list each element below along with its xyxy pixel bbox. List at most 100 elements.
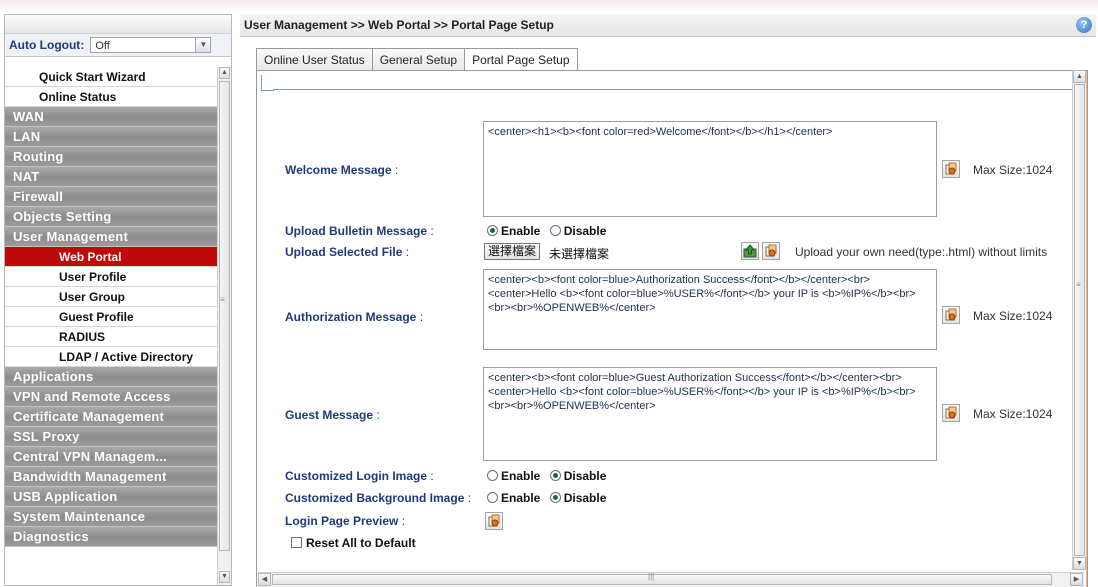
preview-icon[interactable] [485, 512, 503, 530]
sidebar-item-objects-setting[interactable]: Objects Setting [5, 207, 217, 227]
bulletin-disable-radio[interactable] [549, 225, 561, 236]
bg-image-enable-radio[interactable] [487, 492, 498, 503]
sidebar-item-wan[interactable]: WAN [5, 107, 217, 127]
preview-label-text: Login Page Preview [285, 514, 399, 528]
login-image-enable-radio[interactable] [487, 470, 498, 481]
sidebar-item-online-status[interactable]: Online Status [5, 87, 217, 107]
scroll-left-icon[interactable]: ◀ [258, 573, 271, 586]
guest-message-label: Guest Message : [285, 408, 380, 422]
edit-icon[interactable] [942, 306, 960, 324]
sidebar-item-user-profile[interactable]: User Profile [5, 267, 217, 287]
sidebar-item-ssl-proxy[interactable]: SSL Proxy [5, 427, 217, 447]
login-image-radio-group: Enable Disable [487, 469, 612, 483]
scroll-up-icon[interactable]: ▲ [219, 67, 230, 79]
top-band [0, 0, 1098, 12]
guest-max-size: Max Size:1024 [973, 407, 1053, 421]
sidebar-item-user-group[interactable]: User Group [5, 287, 217, 307]
panel-horizontal-scrollbar[interactable]: ◀ ||| ▶ [258, 572, 1084, 587]
auto-logout-select[interactable]: Off ▼ [90, 37, 212, 53]
sidebar-item-ldap-active-directory[interactable]: LDAP / Active Directory [5, 347, 217, 367]
tab-portal-page-setup[interactable]: Portal Page Setup [464, 48, 578, 71]
login-image-enable-option[interactable]: Enable [487, 469, 540, 483]
welcome-message-label: Welcome Message : [285, 163, 398, 177]
bulletin-disable-option[interactable]: Disable [549, 224, 607, 238]
sidebar-item-firewall[interactable]: Firewall [5, 187, 217, 207]
auth-max-size: Max Size:1024 [973, 309, 1053, 323]
bulletin-enable-radio[interactable] [487, 225, 498, 236]
reset-label: Reset All to Default [306, 536, 416, 550]
breadcrumb: User Management >> Web Portal >> Portal … [240, 14, 1096, 37]
edit-icon[interactable] [942, 160, 960, 178]
help-icon[interactable]: ? [1076, 17, 1092, 33]
bg-image-disable-text: Disable [563, 491, 607, 505]
reset-default-option[interactable]: Reset All to Default [291, 536, 416, 550]
sidebar-item-radius[interactable]: RADIUS [5, 327, 217, 347]
sidebar-item-usb-application[interactable]: USB Application [5, 487, 217, 507]
bulletin-disable-text: Disable [563, 224, 607, 238]
sidebar-item-lan[interactable]: LAN [5, 127, 217, 147]
panel-hscroll-thumb[interactable] [272, 574, 1052, 585]
tab-online-user-status[interactable]: Online User Status [256, 48, 373, 70]
bulletin-enable-text: Enable [501, 224, 541, 238]
upload-icon[interactable] [741, 242, 759, 260]
auth-colon: : [416, 310, 424, 324]
view-icon[interactable] [762, 242, 780, 260]
sidebar-item-web-portal[interactable]: Web Portal [5, 247, 217, 267]
bg-image-colon: : [464, 491, 472, 505]
preview-label: Login Page Preview : [285, 514, 405, 528]
reset-checkbox[interactable] [291, 537, 302, 548]
sidebar-scroll-thumb[interactable] [219, 81, 230, 551]
sidebar-item-routing[interactable]: Routing [5, 147, 217, 167]
panel-vertical-scrollbar[interactable]: ▲ ≡ ▼ [1072, 70, 1086, 570]
sidebar-item-nat[interactable]: NAT [5, 167, 217, 187]
sidebar-scrollbar[interactable]: ▲ ≡ ▼ [217, 67, 231, 585]
grip-icon: ||| [648, 572, 655, 581]
authorization-message-textarea[interactable]: <center><b><font color=blue>Authorizatio… [483, 269, 937, 350]
sidebar-item-certificate-management[interactable]: Certificate Management [5, 407, 217, 427]
sidebar-item-system-maintenance[interactable]: System Maintenance [5, 507, 217, 527]
login-image-disable-radio[interactable] [549, 470, 561, 481]
login-image-disable-option[interactable]: Disable [549, 469, 606, 483]
auto-logout-row: Auto Logout : Off ▼ [5, 34, 231, 57]
bg-image-disable-radio[interactable] [549, 492, 561, 503]
sidebar-header [5, 15, 231, 34]
guest-message-textarea[interactable]: <center><b><font color=blue>Guest Author… [483, 367, 937, 461]
login-image-enable-text: Enable [501, 469, 541, 483]
tab-general-setup[interactable]: General Setup [371, 48, 466, 70]
choose-file-button[interactable]: 選擇檔案 [484, 243, 541, 260]
welcome-message-textarea[interactable]: <center><h1><b><font color=red>Welcome</… [483, 121, 937, 217]
scroll-right-icon[interactable]: ▶ [1070, 573, 1083, 586]
welcome-message-label-text: Welcome Message [285, 163, 392, 177]
edit-icon[interactable] [942, 404, 960, 422]
sidebar-item-quick-start-wizard[interactable]: Quick Start Wizard [5, 67, 217, 87]
scroll-down-icon[interactable]: ▼ [1073, 557, 1086, 570]
sidebar-item-guest-profile[interactable]: Guest Profile [5, 307, 217, 327]
auto-logout-value: Off [95, 40, 110, 52]
scroll-up-icon[interactable]: ▲ [1073, 70, 1086, 83]
bg-image-disable-option[interactable]: Disable [549, 491, 607, 505]
bg-image-enable-option[interactable]: Enable [487, 491, 540, 505]
bulletin-radio-group: Enable Disable [487, 224, 612, 238]
sidebar-item-central-vpn-managem[interactable]: Central VPN Managem... [5, 447, 217, 467]
breadcrumb-text: User Management >> Web Portal >> Portal … [244, 18, 554, 32]
sidebar-item-bandwidth-management[interactable]: Bandwidth Management [5, 467, 217, 487]
authorization-message-label: Authorization Message : [285, 310, 423, 324]
upload-file-label: Upload Selected File : [285, 245, 409, 259]
bulletin-enable-option[interactable]: Enable [487, 224, 540, 238]
welcome-max-size: Max Size:1024 [973, 163, 1053, 177]
upload-file-colon: : [402, 245, 410, 259]
auto-logout-label: Auto Logout [9, 38, 81, 52]
sidebar-item-vpn-and-remote-access[interactable]: VPN and Remote Access [5, 387, 217, 407]
bg-image-label: Customized Background Image : [285, 491, 471, 505]
panel-scroll-thumb[interactable] [1074, 84, 1085, 556]
auto-logout-colon: : [80, 38, 85, 52]
scroll-down-icon[interactable]: ▼ [219, 571, 230, 583]
upload-bulletin-label: Upload Bulletin Message : [285, 224, 434, 238]
sidebar-item-diagnostics[interactable]: Diagnostics [5, 527, 217, 547]
login-image-label: Customized Login Image : [285, 469, 434, 483]
authorization-label-text: Authorization Message [285, 310, 417, 324]
chevron-down-icon[interactable]: ▼ [195, 38, 211, 52]
fieldset-line [273, 89, 1083, 90]
sidebar-item-applications[interactable]: Applications [5, 367, 217, 387]
sidebar-item-user-management[interactable]: User Management [5, 227, 217, 247]
